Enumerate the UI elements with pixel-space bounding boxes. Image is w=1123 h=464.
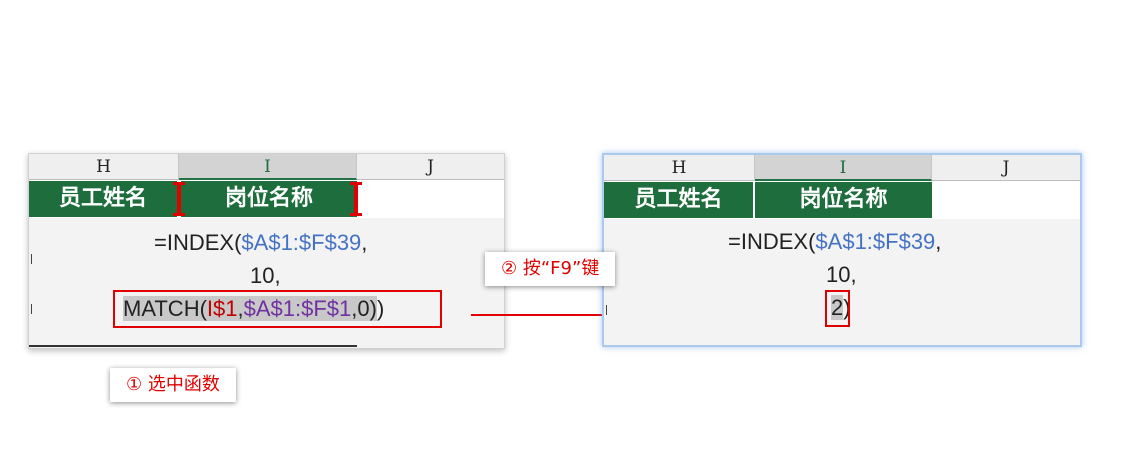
formula-line-2: 10, xyxy=(250,263,281,288)
selection-handle-right-top xyxy=(350,182,362,185)
formula-comma: , xyxy=(935,229,942,254)
column-header-j[interactable]: J xyxy=(357,154,504,180)
formula-comma: , xyxy=(361,230,368,255)
cell-h1-header[interactable]: 员工姓名 xyxy=(604,182,753,218)
column-header-i[interactable]: I xyxy=(755,155,932,181)
formula-index-fn: =INDEX( xyxy=(154,230,242,255)
formula-line-2: 10, xyxy=(826,262,857,287)
column-header-j[interactable]: J xyxy=(932,155,1080,181)
formula-line-1: =INDEX($A$1:$F$39, xyxy=(728,229,941,255)
step-1-callout: ① 选中函数 xyxy=(110,368,236,402)
cell-i1-header[interactable]: 岗位名称 xyxy=(179,181,357,217)
selection-handle-left-bottom xyxy=(173,213,185,216)
cell-h1-header[interactable]: 员工姓名 xyxy=(29,181,177,217)
formula-line-1: =INDEX($A$1:$F$39, xyxy=(154,230,367,256)
row-tick xyxy=(31,304,32,314)
selection-handle-right-bottom xyxy=(350,213,362,216)
selection-handle-left-top xyxy=(173,182,185,185)
result-highlight-box xyxy=(825,290,850,327)
cell-bottom-border xyxy=(29,345,357,347)
step-2-callout: ② 按“F9”键 xyxy=(485,252,616,286)
column-header-h[interactable]: H xyxy=(604,155,755,181)
spreadsheet-after: H I J 员工姓名 岗位名称 =INDEX($A$1:$F$39, 10, 2… xyxy=(602,153,1082,347)
selection-handle-left[interactable] xyxy=(177,182,181,216)
column-header-h[interactable]: H xyxy=(29,154,179,180)
row-tick xyxy=(606,305,607,315)
spreadsheet-before: H I J 员工姓名 岗位名称 =INDEX($A$1:$F$39, 10, M… xyxy=(28,153,505,349)
row-tick xyxy=(31,254,32,264)
formula-range-ref: $A$1:$F$39 xyxy=(815,229,936,254)
column-header-i[interactable]: I xyxy=(179,154,357,180)
selected-function-box xyxy=(113,290,442,328)
formula-range-ref: $A$1:$F$39 xyxy=(241,230,362,255)
cell-i1-header[interactable]: 岗位名称 xyxy=(753,182,932,218)
selection-handle-right[interactable] xyxy=(354,182,358,216)
formula-index-fn: =INDEX( xyxy=(728,229,816,254)
